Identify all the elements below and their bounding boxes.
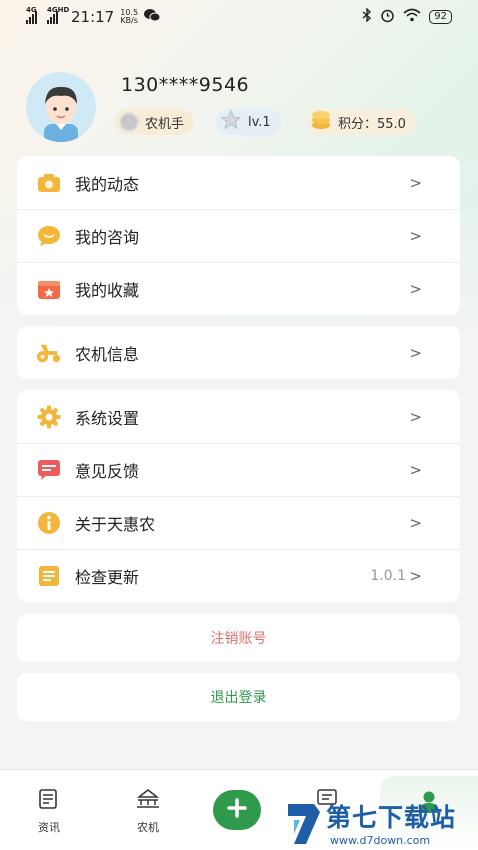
wifi-icon (403, 8, 421, 26)
status-left: 4G 4GHD 21:17 10.5 KB/s (26, 6, 161, 26)
chevron-right-icon: > (409, 173, 422, 192)
feedback-icon (37, 458, 61, 482)
watermark-url: www.d7down.com (330, 834, 431, 847)
coins-icon (310, 110, 332, 134)
star-icon (220, 109, 242, 135)
menu-item-machinery-info[interactable]: 农机信息 > (17, 326, 460, 379)
points-label: 积分：55.0 (338, 116, 406, 132)
tab-news[interactable]: 资讯 (24, 788, 74, 835)
alarm-icon (380, 8, 395, 27)
role-badge: 农机手 (115, 109, 195, 135)
menu-item-feedback[interactable]: 意见反馈 > (17, 443, 460, 496)
menu-item-label: 农机信息 (75, 344, 140, 364)
plus-icon (226, 795, 248, 825)
update-icon (37, 564, 61, 588)
avatar[interactable] (26, 72, 96, 142)
tab-machinery-label: 农机 (137, 821, 159, 834)
menu-item-label: 我的咨询 (75, 228, 140, 247)
menu-item-label: 检查更新 (75, 568, 140, 587)
gear-icon (37, 405, 61, 429)
logout-label: 退出登录 (210, 690, 267, 706)
bluetooth-icon (362, 7, 372, 26)
battery-indicator: 92 (429, 10, 452, 24)
tractor-icon (37, 341, 61, 365)
menu-item-my-consultations[interactable]: 我的咨询 > (17, 209, 460, 262)
user-phone: 130****9546 (121, 74, 250, 96)
status-bar: 4G 4GHD 21:17 10.5 KB/s 92 (0, 0, 478, 34)
logout-button[interactable]: 退出登录 (17, 673, 460, 721)
level-label: lv.1 (248, 114, 271, 130)
camera-icon (37, 171, 61, 195)
menu-item-settings[interactable]: 系统设置 > (17, 390, 460, 443)
menu-item-label: 我的收藏 (75, 281, 140, 300)
chevron-right-icon: > (409, 343, 422, 362)
cancel-account-label: 注销账号 (210, 631, 267, 647)
favorites-icon (37, 277, 61, 301)
tab-news-label: 资讯 (38, 821, 60, 834)
app-version: 1.0.1 (370, 568, 406, 584)
news-icon (38, 788, 60, 813)
watermark-logo-icon (284, 800, 324, 850)
watermark: 第七下载站 www.d7down.com (284, 796, 478, 850)
role-icon (119, 112, 139, 132)
machinery-icon (135, 788, 161, 813)
add-post-button[interactable] (213, 790, 261, 830)
menu-item-label: 关于天惠农 (75, 515, 156, 534)
signal-icon: 4G (26, 6, 37, 24)
signal-icon-2: 4GHD (47, 6, 69, 24)
menu-card-machinery: 农机信息 > (17, 326, 460, 379)
status-time: 21:17 (71, 8, 115, 26)
menu-card-system: 系统设置 > 意见反馈 > 关于天惠农 > 检查更新 1.0.1 > (17, 390, 460, 602)
chevron-right-icon: > (409, 461, 422, 479)
status-right: 92 (362, 7, 452, 27)
info-icon (37, 511, 61, 535)
signal-label: 4G (26, 6, 37, 14)
chevron-right-icon: > (409, 567, 422, 585)
menu-card-personal: 我的动态 > 我的咨询 > 我的收藏 > (17, 156, 460, 315)
level-badge: lv.1 (216, 109, 281, 135)
role-label: 农机手 (145, 116, 185, 132)
tab-machinery[interactable]: 农机 (123, 788, 173, 835)
menu-item-about[interactable]: 关于天惠农 > (17, 496, 460, 549)
chat-icon (37, 224, 61, 248)
chevron-right-icon: > (409, 514, 422, 532)
points-badge: 积分：55.0 (306, 109, 416, 135)
menu-item-my-favorites[interactable]: 我的收藏 > (17, 262, 460, 315)
menu-item-my-posts[interactable]: 我的动态 > (17, 156, 460, 209)
watermark-title: 第七下载站 (326, 803, 457, 832)
cancel-account-button[interactable]: 注销账号 (17, 614, 460, 662)
chevron-right-icon: > (409, 407, 422, 426)
menu-item-label: 我的动态 (75, 174, 140, 194)
menu-item-check-update[interactable]: 检查更新 1.0.1 > (17, 549, 460, 602)
net-speed-unit: KB/s (120, 16, 138, 25)
wechat-icon (144, 8, 161, 26)
menu-item-label: 系统设置 (75, 408, 140, 428)
chevron-right-icon: > (409, 280, 422, 298)
chevron-right-icon: > (409, 227, 422, 245)
net-speed: 10.5 KB/s (120, 9, 138, 25)
menu-item-label: 意见反馈 (75, 462, 140, 481)
